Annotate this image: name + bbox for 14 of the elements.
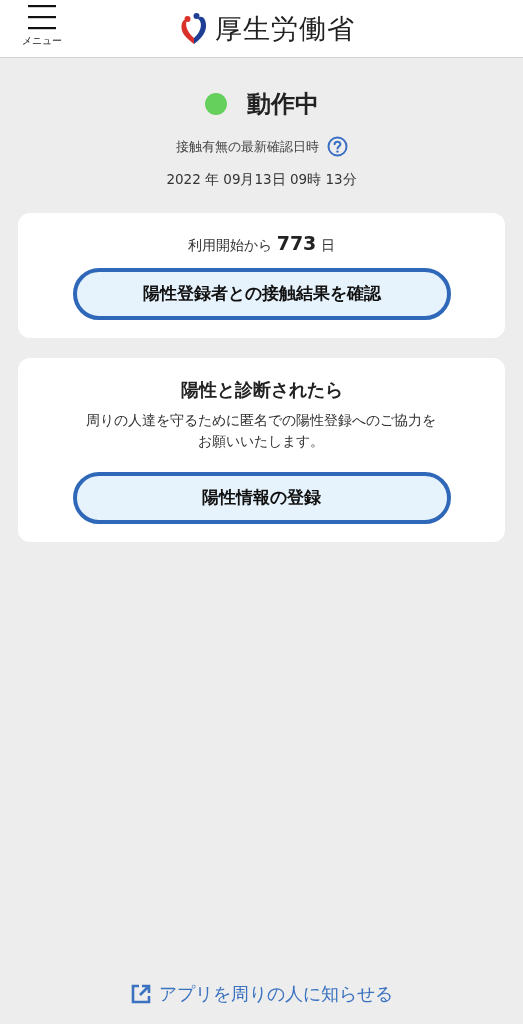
status-label: 動作中 [246, 89, 319, 120]
menu-button[interactable]: メニュー [22, 4, 62, 48]
ministry-logo-text: 厚生労働省 [214, 11, 355, 46]
usage-days-text: 利用開始から 773 日 [188, 231, 335, 256]
external-link-icon [130, 984, 151, 1004]
help-icon[interactable] [326, 136, 348, 157]
share-app-link[interactable]: アプリを周りの人に知らせる [130, 982, 393, 1006]
last-check-caption: 接触有無の最新確認日時 [175, 137, 319, 156]
menu-icon [28, 4, 56, 30]
register-request-text: 周りの人達を守るために匿名での陽性登録へのご協力をお願いいたします。 [85, 410, 438, 451]
card-title: 陽性と診断されたら [180, 377, 343, 402]
last-check-datetime: 2022 年 09月13日 09時 13分 [166, 171, 357, 189]
check-results-button[interactable]: 陽性登録者との接触結果を確認 [72, 267, 451, 320]
register-positive-button[interactable]: 陽性情報の登録 [72, 471, 451, 524]
